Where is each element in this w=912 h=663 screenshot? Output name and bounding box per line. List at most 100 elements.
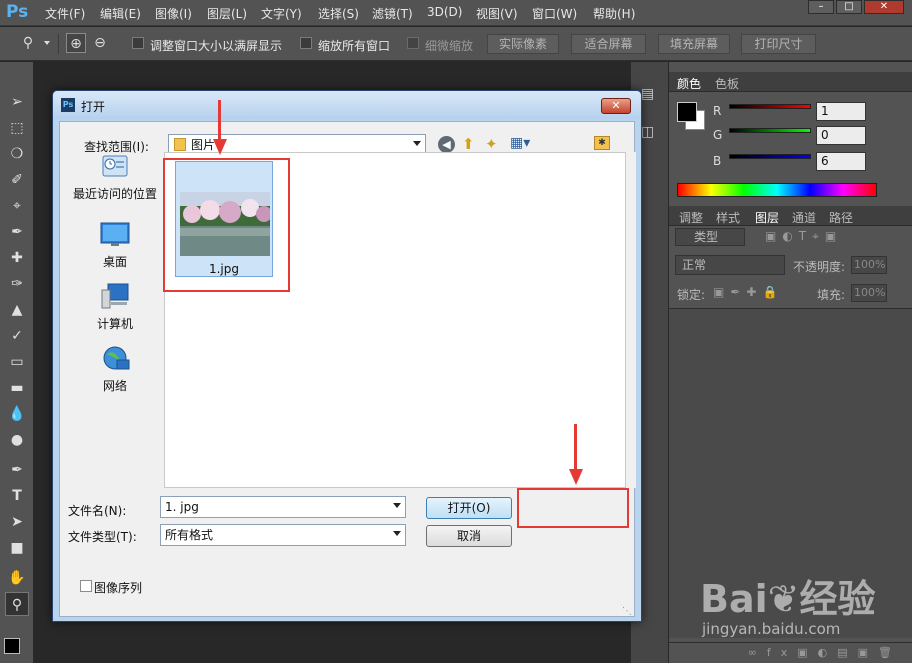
eyedropper-tool-icon[interactable]: ✒	[5, 220, 29, 244]
tab-paths[interactable]: 路径	[829, 209, 853, 226]
menu-layer[interactable]: 图层(L)	[207, 5, 247, 22]
open-file-dialog: Ps 打开 ✕ 查找范围(I): 图片 ◀ ⬆ ✦ ▦▾ ✱ 最近访问的位置 桌…	[52, 90, 642, 622]
file-list-scrollbar[interactable]	[630, 152, 636, 488]
color-r-input[interactable]: 1	[816, 102, 866, 121]
opacity-label: 不透明度:	[793, 260, 846, 274]
zoom-in-icon[interactable]: ⊕	[66, 33, 86, 53]
menu-file[interactable]: 文件(F)	[45, 5, 85, 22]
color-g-slider[interactable]	[729, 128, 811, 133]
brush-tool-icon[interactable]: ✑	[5, 272, 29, 296]
menu-bar: Ps 文件(F) 编辑(E) 图像(I) 图层(L) 文字(Y) 选择(S) 滤…	[0, 0, 912, 26]
special-folder-icon[interactable]: ✱	[594, 136, 610, 150]
menu-select[interactable]: 选择(S)	[318, 5, 359, 22]
color-r-label: R	[713, 104, 722, 118]
move-tool-icon[interactable]: ➢	[5, 90, 29, 114]
gradient-tool-icon[interactable]: ▬	[5, 376, 29, 400]
folder-icon	[174, 138, 186, 151]
menu-view[interactable]: 视图(V)	[476, 5, 518, 22]
dodge-tool-icon[interactable]: ●	[5, 428, 29, 452]
lock-icons[interactable]: ▣✒✚🔒	[713, 285, 783, 299]
new-folder-icon[interactable]: ✦	[485, 135, 498, 153]
filename-input[interactable]: 1. jpg	[160, 496, 406, 518]
layers-footer-icons[interactable]: ∞fx▣◐▤▣🗑	[669, 642, 912, 663]
print-size-button[interactable]: 打印尺寸	[741, 34, 816, 54]
layers-panel-header: 调整 样式 图层 通道 路径	[669, 206, 912, 226]
resize-grip-icon[interactable]: ⋱	[622, 606, 632, 617]
tab-layers[interactable]: 图层	[755, 209, 779, 226]
history-brush-tool-icon[interactable]: ✓	[5, 324, 29, 348]
actual-pixels-button[interactable]: 实际像素	[487, 34, 559, 54]
layer-filter-kind-select[interactable]: 类型	[675, 228, 745, 246]
tab-adjustments[interactable]: 调整	[679, 209, 703, 226]
up-folder-icon[interactable]: ⬆	[462, 135, 475, 153]
maximize-button[interactable]: □	[836, 0, 862, 14]
minimize-button[interactable]: –	[808, 0, 834, 14]
tab-styles[interactable]: 样式	[716, 209, 740, 226]
history-panel-icon[interactable]: ▤	[641, 86, 654, 102]
menu-type[interactable]: 文字(Y)	[261, 5, 302, 22]
menu-3d[interactable]: 3D(D)	[427, 5, 462, 19]
zoom-tool-icon[interactable]: ⚲	[18, 33, 38, 53]
path-select-tool-icon[interactable]: ➤	[5, 510, 29, 534]
fit-screen-button[interactable]: 适合屏幕	[571, 34, 646, 54]
dialog-titlebar: Ps 打开	[53, 91, 641, 119]
blur-tool-icon[interactable]: 💧	[5, 402, 29, 426]
scrubby-zoom-checkbox[interactable]	[407, 37, 419, 49]
3d-panel-icon[interactable]: ◫	[641, 124, 654, 140]
fill-input[interactable]: 100%	[851, 284, 887, 302]
healing-brush-tool-icon[interactable]: ✚	[5, 246, 29, 270]
fill-label: 填充:	[817, 288, 846, 302]
zoom-all-checkbox[interactable]	[300, 37, 312, 49]
cancel-button[interactable]: 取消	[426, 525, 512, 547]
dialog-close-button[interactable]: ✕	[601, 98, 631, 114]
recent-places-icon	[102, 155, 128, 177]
open-button[interactable]: 打开(O)	[426, 497, 512, 519]
zoom-out-icon[interactable]: ⊖	[90, 33, 110, 53]
foreground-color-swatch[interactable]	[4, 638, 20, 654]
view-menu-icon[interactable]: ▦▾	[510, 135, 530, 151]
filetype-select[interactable]: 所有格式	[160, 524, 406, 546]
close-app-button[interactable]: ✕	[864, 0, 904, 14]
opacity-input[interactable]: 100%	[851, 256, 887, 274]
place-computer[interactable]: 计算机	[70, 282, 160, 332]
fill-screen-button[interactable]: 填充屏幕	[658, 34, 730, 54]
place-recent[interactable]: 最近访问的位置	[70, 152, 160, 202]
zoom-tool-icon[interactable]: ⚲	[5, 592, 29, 616]
tab-color[interactable]: 颜色	[677, 75, 701, 92]
layer-filter-icons[interactable]: ▣◐T⌖▣	[765, 229, 842, 244]
tab-swatches[interactable]: 色板	[715, 75, 739, 92]
color-spectrum-ramp[interactable]	[677, 183, 877, 197]
pen-tool-icon[interactable]: ✒	[5, 458, 29, 482]
options-divider	[58, 34, 59, 54]
crop-tool-icon[interactable]: ⌖	[5, 194, 29, 218]
blend-mode-select[interactable]: 正常	[675, 255, 785, 275]
photoshop-logo: Ps	[6, 2, 29, 22]
back-icon[interactable]: ◀	[438, 136, 455, 153]
computer-icon	[101, 283, 129, 309]
menu-filter[interactable]: 滤镜(T)	[372, 5, 413, 22]
color-b-slider[interactable]	[729, 154, 811, 159]
image-sequence-checkbox[interactable]	[80, 580, 92, 592]
menu-image[interactable]: 图像(I)	[155, 5, 192, 22]
eraser-tool-icon[interactable]: ▭	[5, 350, 29, 374]
place-network[interactable]: 网络	[70, 344, 160, 394]
color-b-input[interactable]: 6	[816, 152, 866, 171]
menu-help[interactable]: 帮助(H)	[593, 5, 635, 22]
color-r-slider[interactable]	[729, 104, 811, 109]
marquee-tool-icon[interactable]: ⬚	[5, 116, 29, 140]
tab-channels[interactable]: 通道	[792, 209, 816, 226]
lasso-tool-icon[interactable]: ❍	[5, 142, 29, 166]
place-desktop[interactable]: 桌面	[70, 220, 160, 270]
menu-edit[interactable]: 编辑(E)	[100, 5, 141, 22]
resize-windows-checkbox[interactable]	[132, 37, 144, 49]
menu-window[interactable]: 窗口(W)	[532, 5, 577, 22]
color-g-input[interactable]: 0	[816, 126, 866, 145]
chevron-down-icon	[413, 141, 421, 146]
hand-tool-icon[interactable]: ✋	[5, 566, 29, 590]
rectangle-tool-icon[interactable]: ■	[5, 536, 29, 560]
arrow-open-shaft	[574, 424, 577, 470]
tool-preset-chevron-icon[interactable]	[44, 41, 50, 45]
type-tool-icon[interactable]: T	[5, 484, 29, 508]
quick-select-tool-icon[interactable]: ✐	[5, 168, 29, 192]
clone-stamp-tool-icon[interactable]: ▲	[5, 298, 29, 322]
